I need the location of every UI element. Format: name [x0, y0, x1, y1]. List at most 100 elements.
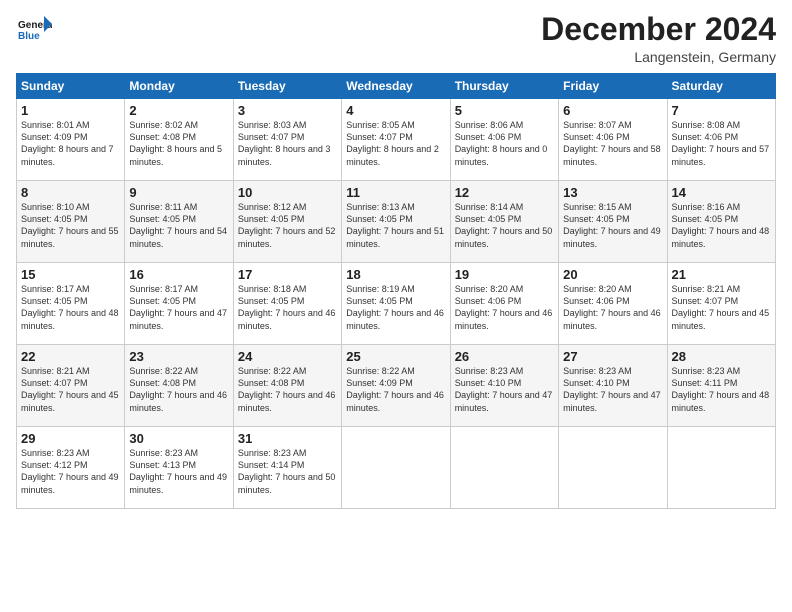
day-number: 26 — [455, 349, 554, 364]
day-info: Sunrise: 8:21 AMSunset: 4:07 PMDaylight:… — [21, 365, 120, 414]
day-info: Sunrise: 8:23 AMSunset: 4:11 PMDaylight:… — [672, 365, 771, 414]
week-row-3: 15Sunrise: 8:17 AMSunset: 4:05 PMDayligh… — [17, 263, 776, 345]
day-number: 25 — [346, 349, 445, 364]
day-number: 6 — [563, 103, 662, 118]
day-cell: 30Sunrise: 8:23 AMSunset: 4:13 PMDayligh… — [125, 427, 233, 509]
day-info: Sunrise: 8:23 AMSunset: 4:14 PMDaylight:… — [238, 447, 337, 496]
day-info: Sunrise: 8:22 AMSunset: 4:08 PMDaylight:… — [238, 365, 337, 414]
day-cell: 6Sunrise: 8:07 AMSunset: 4:06 PMDaylight… — [559, 99, 667, 181]
day-number: 15 — [21, 267, 120, 282]
day-info: Sunrise: 8:22 AMSunset: 4:09 PMDaylight:… — [346, 365, 445, 414]
day-info: Sunrise: 8:14 AMSunset: 4:05 PMDaylight:… — [455, 201, 554, 250]
day-info: Sunrise: 8:22 AMSunset: 4:08 PMDaylight:… — [129, 365, 228, 414]
day-info: Sunrise: 8:13 AMSunset: 4:05 PMDaylight:… — [346, 201, 445, 250]
week-row-4: 22Sunrise: 8:21 AMSunset: 4:07 PMDayligh… — [17, 345, 776, 427]
day-cell: 23Sunrise: 8:22 AMSunset: 4:08 PMDayligh… — [125, 345, 233, 427]
day-number: 27 — [563, 349, 662, 364]
header-row: Sunday Monday Tuesday Wednesday Thursday… — [17, 74, 776, 99]
day-cell: 31Sunrise: 8:23 AMSunset: 4:14 PMDayligh… — [233, 427, 341, 509]
day-info: Sunrise: 8:07 AMSunset: 4:06 PMDaylight:… — [563, 119, 662, 168]
day-number: 7 — [672, 103, 771, 118]
day-cell: 5Sunrise: 8:06 AMSunset: 4:06 PMDaylight… — [450, 99, 558, 181]
day-number: 29 — [21, 431, 120, 446]
day-info: Sunrise: 8:18 AMSunset: 4:05 PMDaylight:… — [238, 283, 337, 332]
day-number: 10 — [238, 185, 337, 200]
subtitle: Langenstein, Germany — [541, 49, 776, 65]
day-number: 16 — [129, 267, 228, 282]
day-info: Sunrise: 8:12 AMSunset: 4:05 PMDaylight:… — [238, 201, 337, 250]
day-number: 5 — [455, 103, 554, 118]
day-number: 14 — [672, 185, 771, 200]
day-number: 17 — [238, 267, 337, 282]
day-info: Sunrise: 8:01 AMSunset: 4:09 PMDaylight:… — [21, 119, 120, 168]
day-number: 12 — [455, 185, 554, 200]
day-number: 11 — [346, 185, 445, 200]
day-info: Sunrise: 8:06 AMSunset: 4:06 PMDaylight:… — [455, 119, 554, 168]
col-wednesday: Wednesday — [342, 74, 450, 99]
day-info: Sunrise: 8:21 AMSunset: 4:07 PMDaylight:… — [672, 283, 771, 332]
day-cell: 12Sunrise: 8:14 AMSunset: 4:05 PMDayligh… — [450, 181, 558, 263]
day-cell: 22Sunrise: 8:21 AMSunset: 4:07 PMDayligh… — [17, 345, 125, 427]
week-row-5: 29Sunrise: 8:23 AMSunset: 4:12 PMDayligh… — [17, 427, 776, 509]
day-number: 22 — [21, 349, 120, 364]
week-row-2: 8Sunrise: 8:10 AMSunset: 4:05 PMDaylight… — [17, 181, 776, 263]
calendar-table: Sunday Monday Tuesday Wednesday Thursday… — [16, 73, 776, 509]
day-info: Sunrise: 8:05 AMSunset: 4:07 PMDaylight:… — [346, 119, 445, 168]
day-info: Sunrise: 8:11 AMSunset: 4:05 PMDaylight:… — [129, 201, 228, 250]
day-cell: 8Sunrise: 8:10 AMSunset: 4:05 PMDaylight… — [17, 181, 125, 263]
day-cell: 3Sunrise: 8:03 AMSunset: 4:07 PMDaylight… — [233, 99, 341, 181]
day-number: 9 — [129, 185, 228, 200]
day-cell: 27Sunrise: 8:23 AMSunset: 4:10 PMDayligh… — [559, 345, 667, 427]
day-info: Sunrise: 8:16 AMSunset: 4:05 PMDaylight:… — [672, 201, 771, 250]
day-info: Sunrise: 8:23 AMSunset: 4:10 PMDaylight:… — [455, 365, 554, 414]
col-sunday: Sunday — [17, 74, 125, 99]
day-cell: 13Sunrise: 8:15 AMSunset: 4:05 PMDayligh… — [559, 181, 667, 263]
day-number: 21 — [672, 267, 771, 282]
day-cell — [667, 427, 775, 509]
col-tuesday: Tuesday — [233, 74, 341, 99]
day-cell: 25Sunrise: 8:22 AMSunset: 4:09 PMDayligh… — [342, 345, 450, 427]
day-number: 1 — [21, 103, 120, 118]
day-cell: 26Sunrise: 8:23 AMSunset: 4:10 PMDayligh… — [450, 345, 558, 427]
day-info: Sunrise: 8:08 AMSunset: 4:06 PMDaylight:… — [672, 119, 771, 168]
day-cell: 20Sunrise: 8:20 AMSunset: 4:06 PMDayligh… — [559, 263, 667, 345]
day-info: Sunrise: 8:02 AMSunset: 4:08 PMDaylight:… — [129, 119, 228, 168]
col-thursday: Thursday — [450, 74, 558, 99]
day-cell: 9Sunrise: 8:11 AMSunset: 4:05 PMDaylight… — [125, 181, 233, 263]
day-info: Sunrise: 8:20 AMSunset: 4:06 PMDaylight:… — [455, 283, 554, 332]
day-cell: 28Sunrise: 8:23 AMSunset: 4:11 PMDayligh… — [667, 345, 775, 427]
day-cell — [559, 427, 667, 509]
col-saturday: Saturday — [667, 74, 775, 99]
day-cell: 1Sunrise: 8:01 AMSunset: 4:09 PMDaylight… — [17, 99, 125, 181]
col-friday: Friday — [559, 74, 667, 99]
day-number: 24 — [238, 349, 337, 364]
day-info: Sunrise: 8:23 AMSunset: 4:12 PMDaylight:… — [21, 447, 120, 496]
logo: General Blue — [16, 12, 52, 48]
page: General Blue December 2024 Langenstein, … — [0, 0, 792, 612]
day-cell: 11Sunrise: 8:13 AMSunset: 4:05 PMDayligh… — [342, 181, 450, 263]
day-cell: 16Sunrise: 8:17 AMSunset: 4:05 PMDayligh… — [125, 263, 233, 345]
day-info: Sunrise: 8:17 AMSunset: 4:05 PMDaylight:… — [21, 283, 120, 332]
svg-text:Blue: Blue — [18, 31, 40, 42]
day-info: Sunrise: 8:10 AMSunset: 4:05 PMDaylight:… — [21, 201, 120, 250]
day-info: Sunrise: 8:19 AMSunset: 4:05 PMDaylight:… — [346, 283, 445, 332]
day-cell: 15Sunrise: 8:17 AMSunset: 4:05 PMDayligh… — [17, 263, 125, 345]
day-number: 19 — [455, 267, 554, 282]
day-cell: 7Sunrise: 8:08 AMSunset: 4:06 PMDaylight… — [667, 99, 775, 181]
day-cell: 29Sunrise: 8:23 AMSunset: 4:12 PMDayligh… — [17, 427, 125, 509]
day-cell — [342, 427, 450, 509]
day-number: 8 — [21, 185, 120, 200]
day-cell: 17Sunrise: 8:18 AMSunset: 4:05 PMDayligh… — [233, 263, 341, 345]
day-number: 20 — [563, 267, 662, 282]
day-info: Sunrise: 8:20 AMSunset: 4:06 PMDaylight:… — [563, 283, 662, 332]
day-number: 2 — [129, 103, 228, 118]
day-info: Sunrise: 8:23 AMSunset: 4:10 PMDaylight:… — [563, 365, 662, 414]
day-number: 4 — [346, 103, 445, 118]
logo-icon: General Blue — [16, 12, 52, 48]
day-cell: 10Sunrise: 8:12 AMSunset: 4:05 PMDayligh… — [233, 181, 341, 263]
day-number: 31 — [238, 431, 337, 446]
week-row-1: 1Sunrise: 8:01 AMSunset: 4:09 PMDaylight… — [17, 99, 776, 181]
day-number: 13 — [563, 185, 662, 200]
day-number: 28 — [672, 349, 771, 364]
header: General Blue December 2024 Langenstein, … — [16, 12, 776, 65]
